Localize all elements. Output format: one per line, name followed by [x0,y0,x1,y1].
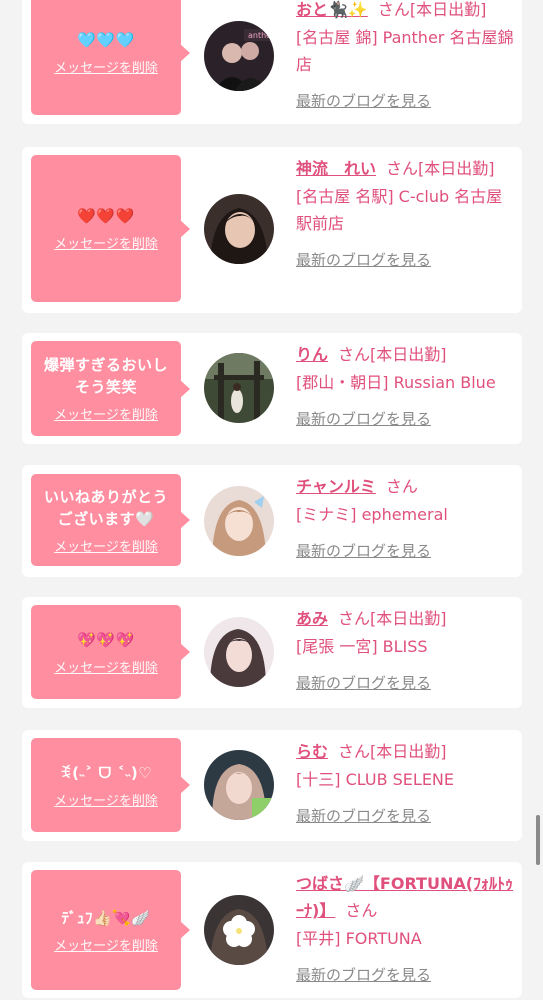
latest-blog-link[interactable]: 最新のブログを見る [296,805,431,826]
message-bubble: ﾃﾞｭﾌ👍🏻💘🪽 メッセージを削除 [31,870,190,990]
cast-info: つばさ🪽【FORTUNA(ﾌｫﾙﾄｩｰﾅ)】 さん [平井] FORTUNA 最新… [296,870,518,985]
shop-name: [名古屋 名駅] C-club 名古屋駅前店 [296,187,503,233]
message-bubble: 💖💖💖 メッセージを削除 [31,605,190,699]
message-bubble: 爆弾すぎるおいしそう笑笑 メッセージを削除 [31,341,190,436]
message-text: ﾃﾞｭﾌ👍🏻💘🪽 [61,908,151,927]
latest-blog-link[interactable]: 最新のブログを見る [296,964,431,985]
latest-blog-link[interactable]: 最新のブログを見る [296,90,431,111]
shop-name: [ミナミ] ephemeral [296,505,448,524]
latest-blog-link[interactable]: 最新のブログを見る [296,672,431,693]
avatar[interactable] [204,895,274,965]
avatar[interactable] [204,194,274,264]
latest-blog-link[interactable]: 最新のブログを見る [296,540,431,561]
cast-name-link[interactable]: 神流 れい [296,159,376,178]
shop-name: [名古屋 錦] Panther 名古屋錦店 [296,28,514,74]
message-text: 爆弾すぎるおいしそう笑笑 [43,356,168,396]
message-text: 🩵🩵🩵 [77,31,135,49]
message-card: 🩵🩵🩵 メッセージを削除 anther おと🐈‍⬛✨ さん[本日出勤] [名古屋 … [22,0,522,124]
profile-photo-icon [204,750,274,820]
message-text: ❤️❤️❤️ [77,207,135,225]
avatar[interactable] [204,353,274,423]
profile-photo-icon: anther [204,21,274,91]
cast-status: さん[本日出勤] [338,345,447,364]
message-text: いいねありがとうございます🤍 [43,487,168,528]
shop-name: [十三] CLUB SELENE [296,770,455,789]
cast-status: さん[本日出勤] [377,0,487,19]
cast-info: 神流 れい さん[本日出勤] [名古屋 名駅] C-club 名古屋駅前店 最新の… [296,155,518,270]
shop-name: [尾張 一宮] BLISS [296,637,428,656]
shop-name: [平井] FORTUNA [296,929,422,948]
message-card: 💖💖💖 メッセージを削除 あみ さん[本日出勤] [尾張 一宮] BLISS 最新… [22,597,522,708]
cast-name-link[interactable]: あみ [296,609,328,628]
scrollbar[interactable] [536,815,540,865]
delete-message-link[interactable]: メッセージを削除 [54,657,158,676]
delete-message-link[interactable]: メッセージを削除 [54,57,158,76]
message-bubble: ꉂ(˵˃ ᗜ ˂˵)♡ メッセージを削除 [31,738,190,832]
profile-photo-icon [204,353,274,423]
message-text: ꉂ(˵˃ ᗜ ˂˵)♡ [59,763,153,782]
delete-message-link[interactable]: メッセージを削除 [54,935,158,954]
cast-info: おと🐈‍⬛✨ さん[本日出勤] [名古屋 錦] Panther 名古屋錦店 最新の… [296,0,518,111]
delete-message-link[interactable]: メッセージを削除 [54,404,158,423]
latest-blog-link[interactable]: 最新のブログを見る [296,249,431,270]
cast-status: さん[本日出勤] [386,159,495,178]
avatar[interactable]: anther [204,21,274,91]
message-feed: 🩵🩵🩵 メッセージを削除 anther おと🐈‍⬛✨ さん[本日出勤] [名古屋 … [0,0,543,1000]
profile-photo-icon [204,486,274,556]
message-card: ❤️❤️❤️ メッセージを削除 神流 れい さん[本日出勤] [名古屋 名駅] C… [22,147,522,313]
message-card: 爆弾すぎるおいしそう笑笑 メッセージを削除 りん さん[本日出勤] [郡山・朝日]… [22,333,522,444]
cast-name-link[interactable]: つばさ🪽【FORTUNA(ﾌｫﾙﾄｩｰﾅ)】 [296,874,513,920]
cast-status: さん[本日出勤] [338,742,447,761]
message-card: ꉂ(˵˃ ᗜ ˂˵)♡ メッセージを削除 らむ さん[本日出勤] [十三] CLU… [22,730,522,841]
cast-info: あみ さん[本日出勤] [尾張 一宮] BLISS 最新のブログを見る [296,605,518,693]
cast-status: さん [345,901,378,920]
avatar[interactable] [204,750,274,820]
avatar[interactable] [204,486,274,556]
svg-text:anther: anther [248,31,274,40]
profile-photo-icon [204,617,274,687]
cast-info: チャンルミ さん [ミナミ] ephemeral 最新のブログを見る [296,473,518,561]
shop-name: [郡山・朝日] Russian Blue [296,373,496,392]
message-bubble: いいねありがとうございます🤍 メッセージを削除 [31,474,190,566]
profile-photo-icon [204,194,274,264]
message-text: 💖💖💖 [77,630,135,649]
latest-blog-link[interactable]: 最新のブログを見る [296,408,431,429]
message-card: いいねありがとうございます🤍 メッセージを削除 チャンルミ さん [ミナミ] ep… [22,465,522,577]
cast-name-link[interactable]: おと🐈‍⬛✨ [296,0,368,19]
delete-message-link[interactable]: メッセージを削除 [54,790,158,809]
cast-name-link[interactable]: らむ [296,742,328,761]
cast-name-link[interactable]: りん [296,345,328,364]
cast-name-link[interactable]: チャンルミ [296,477,376,496]
avatar[interactable] [204,617,274,687]
delete-message-link[interactable]: メッセージを削除 [54,536,158,555]
profile-photo-icon [204,895,274,965]
cast-status: さん[本日出勤] [338,609,447,628]
message-bubble: 🩵🩵🩵 メッセージを削除 [31,0,190,115]
delete-message-link[interactable]: メッセージを削除 [54,233,158,252]
cast-info: らむ さん[本日出勤] [十三] CLUB SELENE 最新のブログを見る [296,738,518,826]
cast-status: さん [385,477,418,496]
message-card: ﾃﾞｭﾌ👍🏻💘🪽 メッセージを削除 つばさ🪽【FORTUNA(ﾌｫﾙﾄｩｰﾅ)】… [22,862,522,998]
message-bubble: ❤️❤️❤️ メッセージを削除 [31,155,190,302]
cast-info: りん さん[本日出勤] [郡山・朝日] Russian Blue 最新のブログを見… [296,341,518,429]
